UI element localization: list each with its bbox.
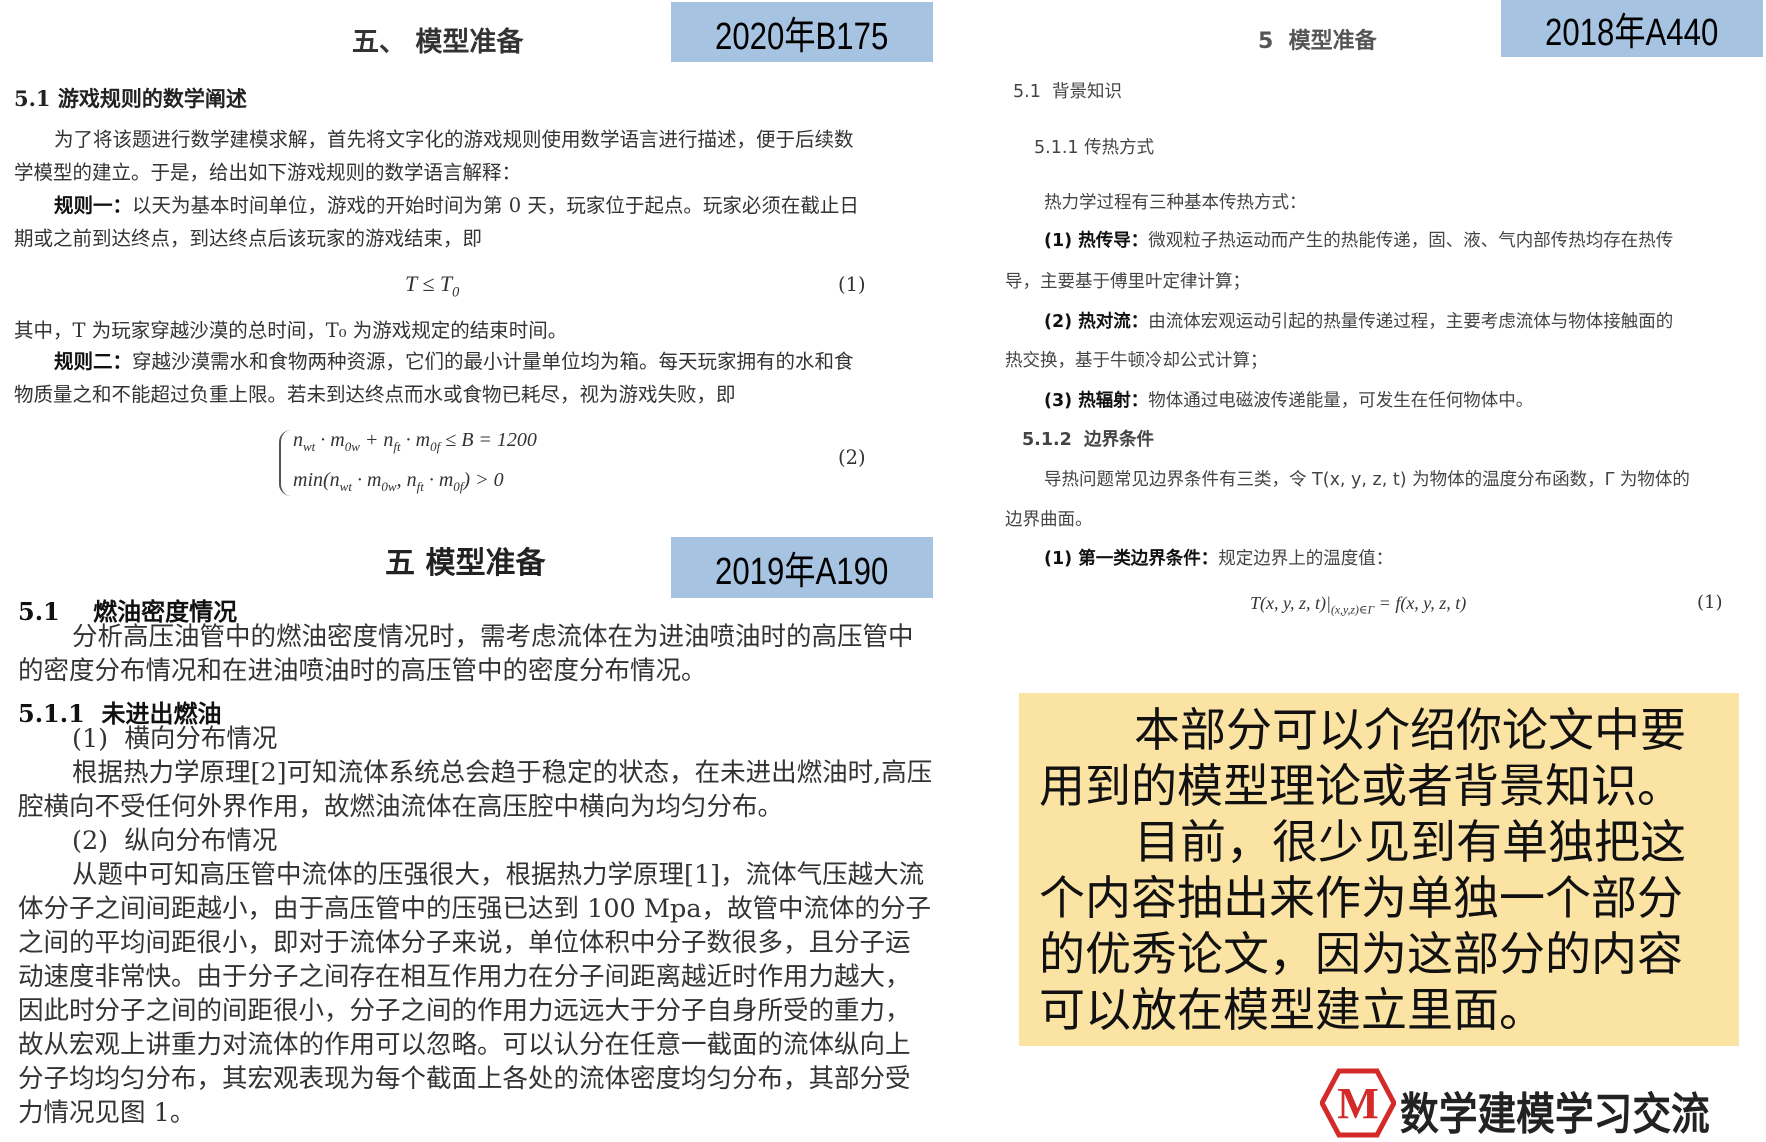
item-text: 物体通过电磁波传递能量，可发生在任何物体中。	[1148, 391, 1534, 411]
item-label: (1) 热传导：	[1044, 231, 1149, 251]
paragraph-line: 期或之前到达终点，到达终点后该玩家的游戏结束，即	[14, 227, 483, 250]
formula-subscript: 0w	[381, 479, 397, 494]
note-line: 可以放在模型建立里面。	[1039, 983, 1545, 1037]
section-title: 五 模型准备	[385, 546, 546, 581]
paragraph-line: 学模型的建立。于是，给出如下游戏规则的数学语言解释：	[14, 161, 522, 184]
paragraph-line: 腔横向不受任何外界作用，故燃油流体在高压腔中横向为均匀分布。	[18, 792, 784, 822]
paragraph-line: 之间的平均间距很小，即对于流体分子来说，单位体积中分子数很多，且分子运	[18, 928, 911, 958]
formula-subscript: 0f	[430, 439, 441, 454]
paragraph-line: 力情况见图 1。	[18, 1098, 196, 1128]
note-line: 个内容抽出来作为单独一个部分	[1039, 871, 1683, 925]
item-heading: (1) 横向分布情况	[72, 724, 278, 754]
subsection-heading: 5.1 背景知识	[1013, 82, 1122, 102]
formula-term: + n	[359, 429, 394, 451]
equation-1: T ≤ T0	[405, 273, 459, 300]
rule-text: 穿越沙漠需水和食物两种资源，它们的最小计量单位均为箱。每天玩家拥有的水和食	[132, 350, 854, 373]
list-item: (2) 热对流：由流体宏观运动引起的热量传递过程，主要考虑流体与物体接触面的	[1044, 312, 1674, 332]
note-box: 本部分可以介绍你论文中要 用到的模型理论或者背景知识。 目前，很少见到有单独把这…	[1019, 693, 1739, 1046]
paper-tag-2018: 2018年A440	[1501, 0, 1763, 57]
formula-subscript: ft	[393, 439, 401, 454]
paragraph-line: 分析高压油管中的燃油密度情况时，需考虑流体在为进油喷油时的高压管中	[72, 622, 914, 652]
note-line: 用到的模型理论或者背景知识。	[1039, 759, 1683, 813]
logo-hexagon-icon: M	[1319, 1068, 1397, 1138]
paragraph-line: 的密度分布情况和在进油喷油时的高压管中的密度分布情况。	[18, 656, 707, 686]
formula-term: T(x, y, z, t)|	[1250, 593, 1331, 613]
paragraph-line: 其中，T 为玩家穿越沙漠的总时间，T₀ 为游戏规定的结束时间。	[14, 319, 568, 342]
logo-text: 数学建模学习交流	[1400, 1089, 1710, 1140]
subsubsection-heading: 5.1.2 边界条件	[1022, 430, 1155, 450]
formula-subscript: 0	[452, 284, 460, 301]
formula-subscript: 0f	[453, 479, 464, 494]
formula-term: ) > 0	[463, 469, 504, 491]
item-label: (3) 热辐射：	[1044, 391, 1149, 411]
rule-label: 规则一：	[54, 194, 133, 217]
formula-term: ≤ B = 1200	[440, 429, 537, 451]
paragraph-line: 因此时分子之间的间距很小，分子之间的作用力远远大于分子自身所受的重力，	[18, 996, 911, 1026]
paragraph-line: 为了将该题进行数学建模求解，首先将文字化的游戏规则使用数学语言进行描述，便于后续…	[54, 128, 854, 151]
paragraph-line: 从题中可知高压管中流体的压强很大，根据热力学原理[1]，流体气压越大流	[72, 860, 925, 890]
paragraph-line: 导热问题常见边界条件有三类，令 T(x, y, z, t) 为物体的温度分布函数…	[1044, 470, 1690, 490]
note-line: 目前，很少见到有单独把这	[1134, 815, 1686, 869]
list-item: (1) 热传导：微观粒子热运动而产生的热能传递，固、液、气内部传热均存在热传	[1044, 231, 1674, 251]
note-line: 的优秀论文，因为这部分的内容	[1039, 927, 1683, 981]
logo-mark: M	[1337, 1079, 1379, 1128]
paper-tag-label: 2020年B175	[715, 15, 889, 58]
paragraph-line: 分子均均匀分布，其宏观表现为每个截面上各处的流体密度均匀分布，其部分受	[18, 1064, 911, 1094]
formula-term: T ≤ T	[405, 271, 453, 296]
paper-tag-2020: 2020年B175	[671, 2, 933, 62]
subsubsection-heading: 5.1.1 传热方式	[1034, 138, 1155, 158]
paragraph-line: 动速度非常快。由于分子之间存在相互作用力在分子间距离越近时作用力越大，	[18, 962, 911, 992]
formula-subscript: wt	[303, 439, 316, 454]
rule-two-line: 规则二：穿越沙漠需水和食物两种资源，它们的最小计量单位均为箱。每天玩家拥有的水和…	[54, 352, 854, 372]
item-label: (2) 热对流：	[1044, 312, 1149, 332]
equation-number: (2)	[838, 446, 866, 469]
equation-1: T(x, y, z, t)|(x,y,z)∈Γ = f(x, y, z, t)	[1250, 594, 1466, 616]
formula-term: · m	[423, 469, 454, 491]
paper-tag-label: 2019年A190	[715, 551, 889, 593]
formula-subscript: ft	[416, 479, 424, 494]
item-text: 由流体宏观运动引起的热量传递过程，主要考虑流体与物体接触面的	[1148, 312, 1674, 332]
rule-one-line: 规则一：以天为基本时间单位，游戏的开始时间为第 0 天，玩家位于起点。玩家必须在…	[54, 196, 859, 216]
section-title: 5 模型准备	[1258, 29, 1377, 54]
subsection-heading: 5.1 游戏规则的数学阐述	[14, 86, 247, 111]
paragraph-line: 边界曲面。	[1005, 510, 1093, 530]
paragraph-line: 热力学过程有三种基本传热方式：	[1044, 193, 1307, 213]
section-title: 五、 模型准备	[352, 27, 524, 58]
formula-term: · m	[351, 469, 382, 491]
equation-2a: nwt · m0w + nft · m0f ≤ B = 1200	[293, 430, 537, 453]
equation-number: (1)	[838, 273, 866, 296]
equation-number: (1)	[1697, 592, 1723, 613]
formula-term: · m	[400, 429, 431, 451]
rule-label: 规则二：	[54, 350, 133, 373]
formula-term: · m	[315, 429, 345, 451]
paragraph-line: 导，主要基于傅里叶定律计算；	[1005, 272, 1250, 292]
formula-subscript: (x,y,z)∈Γ	[1330, 603, 1375, 617]
item-text: 微观粒子热运动而产生的热能传递，固、液、气内部传热均存在热传	[1148, 231, 1674, 251]
formula-term: n	[293, 429, 303, 451]
paragraph-line: 体分子之间间距越小，由于高压管中的压强已达到 100 Mpa，故管中流体的分子	[18, 894, 932, 924]
paper-tag-2019: 2019年A190	[671, 537, 933, 598]
note-line: 本部分可以介绍你论文中要	[1134, 703, 1686, 757]
paper-tag-label: 2018年A440	[1545, 12, 1719, 54]
list-item: (3) 热辐射：物体通过电磁波传递能量，可发生在任何物体中。	[1044, 391, 1534, 411]
formula-term: min(n	[293, 469, 340, 491]
formula-subscript: 0w	[344, 439, 360, 454]
item-text: 规定边界上的温度值：	[1218, 549, 1394, 569]
brace	[279, 430, 293, 496]
rule-text: 以天为基本时间单位，游戏的开始时间为第 0 天，玩家位于起点。玩家必须在截止日	[132, 194, 859, 217]
paragraph-line: 根据热力学原理[2]可知流体系统总会趋于稳定的状态，在未进出燃油时,高压	[72, 758, 933, 788]
item-heading: (2) 纵向分布情况	[72, 826, 278, 856]
paragraph-line: 物质量之和不能超过负重上限。若未到达终点而水或食物已耗尽，视为游戏失败，即	[14, 383, 736, 406]
equation-2b: min(nwt · m0w, nft · m0f) > 0	[293, 470, 504, 493]
formula-term: = f(x, y, z, t)	[1374, 593, 1467, 613]
formula-term: , n	[396, 469, 417, 491]
list-item: (1) 第一类边界条件：规定边界上的温度值：	[1044, 549, 1394, 569]
item-label: (1) 第一类边界条件：	[1044, 549, 1219, 569]
paragraph-line: 热交换，基于牛顿冷却公式计算；	[1005, 351, 1268, 371]
paragraph-line: 故从宏观上讲重力对流体的作用可以忽略。可以认分在任意一截面的流体纵向上	[18, 1030, 911, 1060]
formula-subscript: wt	[339, 479, 352, 494]
